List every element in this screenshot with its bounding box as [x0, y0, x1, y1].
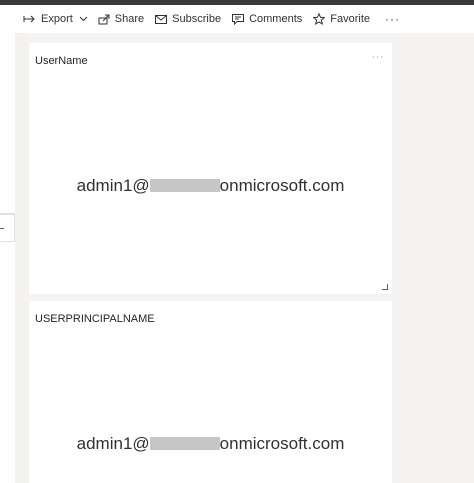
report-canvas-gutter — [15, 33, 29, 483]
subscribe-button[interactable]: Subscribe — [155, 5, 221, 33]
visual-more-options-icon[interactable]: ··· — [372, 51, 385, 63]
share-label: Share — [114, 13, 145, 25]
subscribe-label: Subscribe — [172, 13, 222, 25]
export-button[interactable]: Export — [23, 5, 88, 33]
redaction-block — [149, 179, 220, 192]
comments-button[interactable]: Comments — [232, 5, 302, 33]
value-suffix: onmicrosoft.com — [219, 434, 345, 453]
pane-collapse-tab[interactable] — [0, 214, 15, 242]
card-userprincipalname[interactable]: USERPRINCIPALNAME admin1@ onmicrosoft.com — [29, 301, 392, 483]
export-label: Export — [41, 13, 73, 25]
value-prefix: admin1@ — [76, 434, 150, 453]
value-prefix: admin1@ — [76, 176, 150, 195]
more-options-icon: ··· — [385, 12, 401, 26]
favorite-button[interactable]: Favorite — [313, 5, 370, 33]
share-icon — [98, 14, 110, 25]
comments-label: Comments — [249, 13, 303, 25]
comments-icon — [232, 13, 245, 25]
chevron-down-icon — [79, 16, 88, 22]
left-pane — [0, 33, 15, 483]
value-suffix: onmicrosoft.com — [219, 176, 345, 195]
subscribe-icon — [155, 14, 168, 24]
redaction-block — [149, 437, 220, 450]
report-toolbar: Export Share Subscribe Comments Favorite… — [0, 5, 474, 33]
card-username[interactable]: UserName ··· admin1@ onmicrosoft.com — [29, 43, 392, 294]
card-value: admin1@ onmicrosoft.com — [29, 434, 392, 454]
card-title: UserName — [35, 55, 88, 67]
favorite-label: Favorite — [330, 13, 371, 25]
share-button[interactable]: Share — [98, 5, 144, 33]
card-value: admin1@ onmicrosoft.com — [29, 176, 392, 196]
resize-handle-icon[interactable] — [382, 284, 388, 290]
collapse-arrow-icon — [0, 228, 4, 229]
export-icon — [23, 14, 36, 24]
star-icon — [313, 13, 326, 25]
card-title: USERPRINCIPALNAME — [35, 313, 155, 325]
more-options-button[interactable]: ··· — [385, 5, 400, 33]
